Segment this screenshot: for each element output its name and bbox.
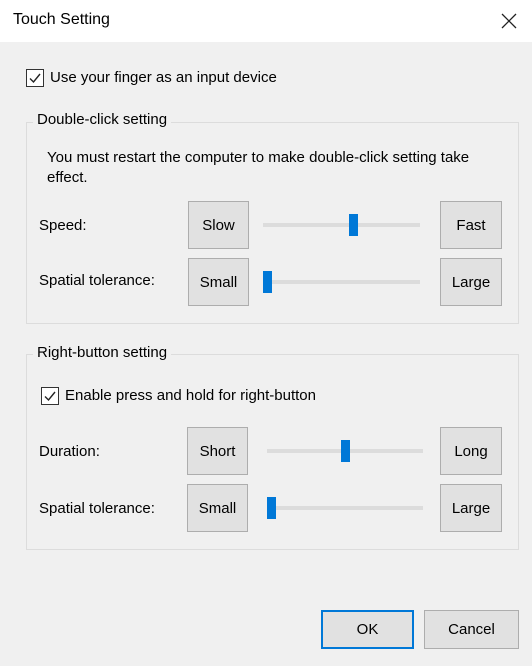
close-icon — [501, 13, 517, 29]
double-click-group-title: Double-click setting — [33, 111, 172, 128]
finger-input-label[interactable]: Use your finger as an input device — [50, 69, 277, 86]
window-title: Touch Setting — [13, 11, 110, 28]
press-hold-checkbox[interactable] — [41, 387, 59, 405]
ok-button[interactable]: OK — [321, 610, 414, 649]
cancel-button[interactable]: Cancel — [424, 610, 519, 649]
dc-tolerance-small-button[interactable]: Small — [188, 258, 249, 306]
restart-note: You must restart the computer to make do… — [47, 149, 470, 186]
duration-label: Duration: — [39, 443, 100, 460]
speed-slider-track[interactable] — [263, 223, 420, 227]
speed-slider-thumb[interactable] — [349, 214, 358, 236]
title-bar: Touch Setting — [0, 0, 532, 42]
dc-tolerance-slider-track[interactable] — [263, 280, 420, 284]
checkmark-icon — [29, 73, 41, 84]
speed-label: Speed: — [39, 217, 87, 234]
finger-input-checkbox[interactable] — [26, 69, 44, 87]
rb-tolerance-small-button[interactable]: Small — [187, 484, 248, 532]
checkmark-icon — [44, 391, 56, 402]
right-button-group-title: Right-button setting — [33, 344, 172, 361]
speed-slow-button[interactable]: Slow — [188, 201, 249, 249]
rb-tolerance-slider-track[interactable] — [267, 506, 423, 510]
dc-tolerance-large-button[interactable]: Large — [440, 258, 502, 306]
duration-slider-thumb[interactable] — [341, 440, 350, 462]
rb-tolerance-large-button[interactable]: Large — [440, 484, 502, 532]
dc-tolerance-label: Spatial tolerance: — [39, 272, 155, 289]
close-button[interactable] — [494, 6, 524, 36]
dc-tolerance-slider-thumb[interactable] — [263, 271, 272, 293]
duration-short-button[interactable]: Short — [187, 427, 248, 475]
press-hold-label[interactable]: Enable press and hold for right-button — [65, 387, 316, 404]
rb-tolerance-slider-thumb[interactable] — [267, 497, 276, 519]
speed-fast-button[interactable]: Fast — [440, 201, 502, 249]
duration-long-button[interactable]: Long — [440, 427, 502, 475]
rb-tolerance-label: Spatial tolerance: — [39, 500, 155, 517]
